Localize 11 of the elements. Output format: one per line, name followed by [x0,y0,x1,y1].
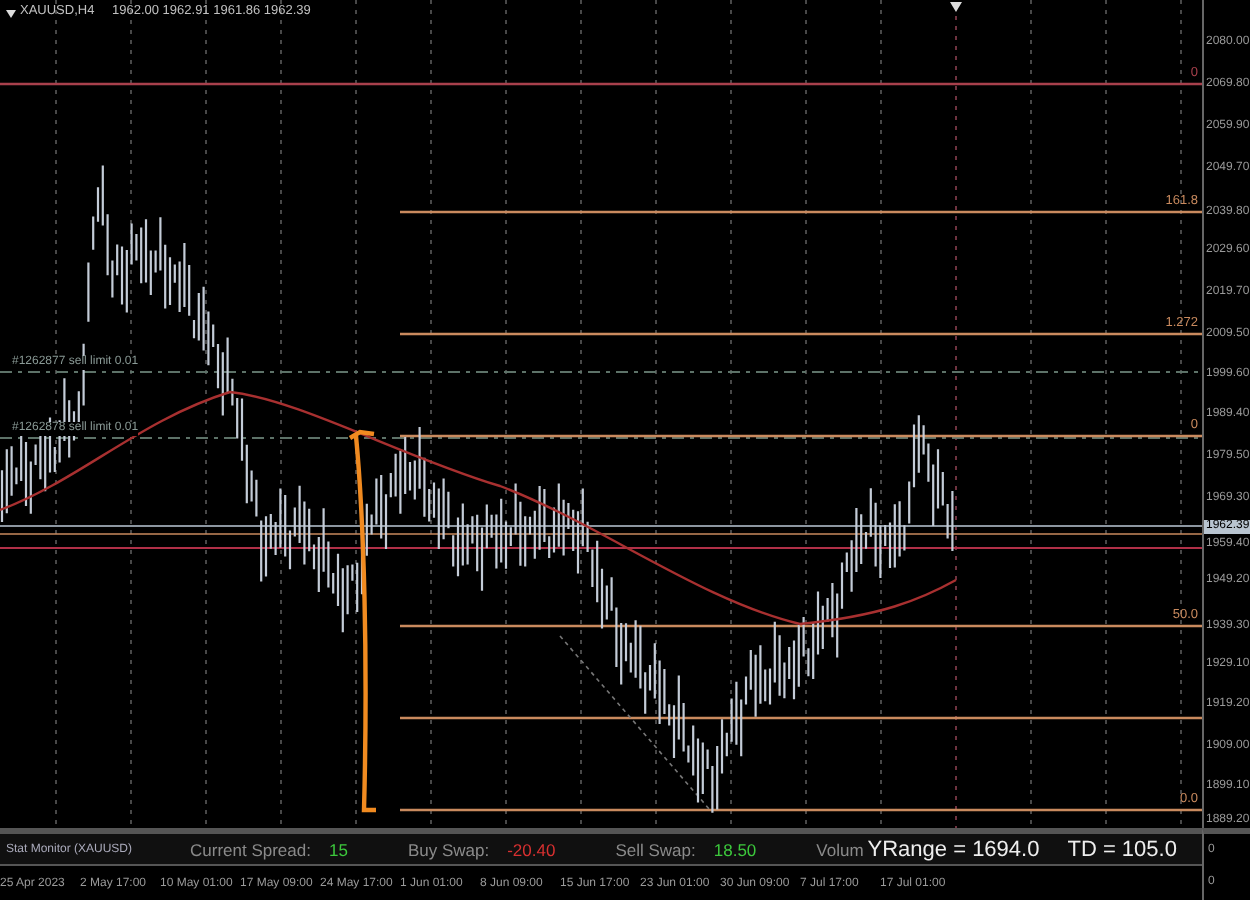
yrange-readout: YRange = 1694.0 [867,837,1040,861]
stat-label: Volum [816,839,864,859]
stat-value: -20.40 [507,839,556,859]
stat-value: 15 [328,839,348,859]
stat-label: Current Spread: [190,839,311,859]
stat-value: 18.50 [713,839,757,859]
marker-triangle-icon [950,2,962,12]
stat-label: Buy Swap: [407,839,490,859]
dropdown-triangle-icon[interactable] [6,10,16,18]
td-readout: TD = 105.0 [1067,837,1177,861]
stat-label: Sell Swap: [615,839,696,859]
